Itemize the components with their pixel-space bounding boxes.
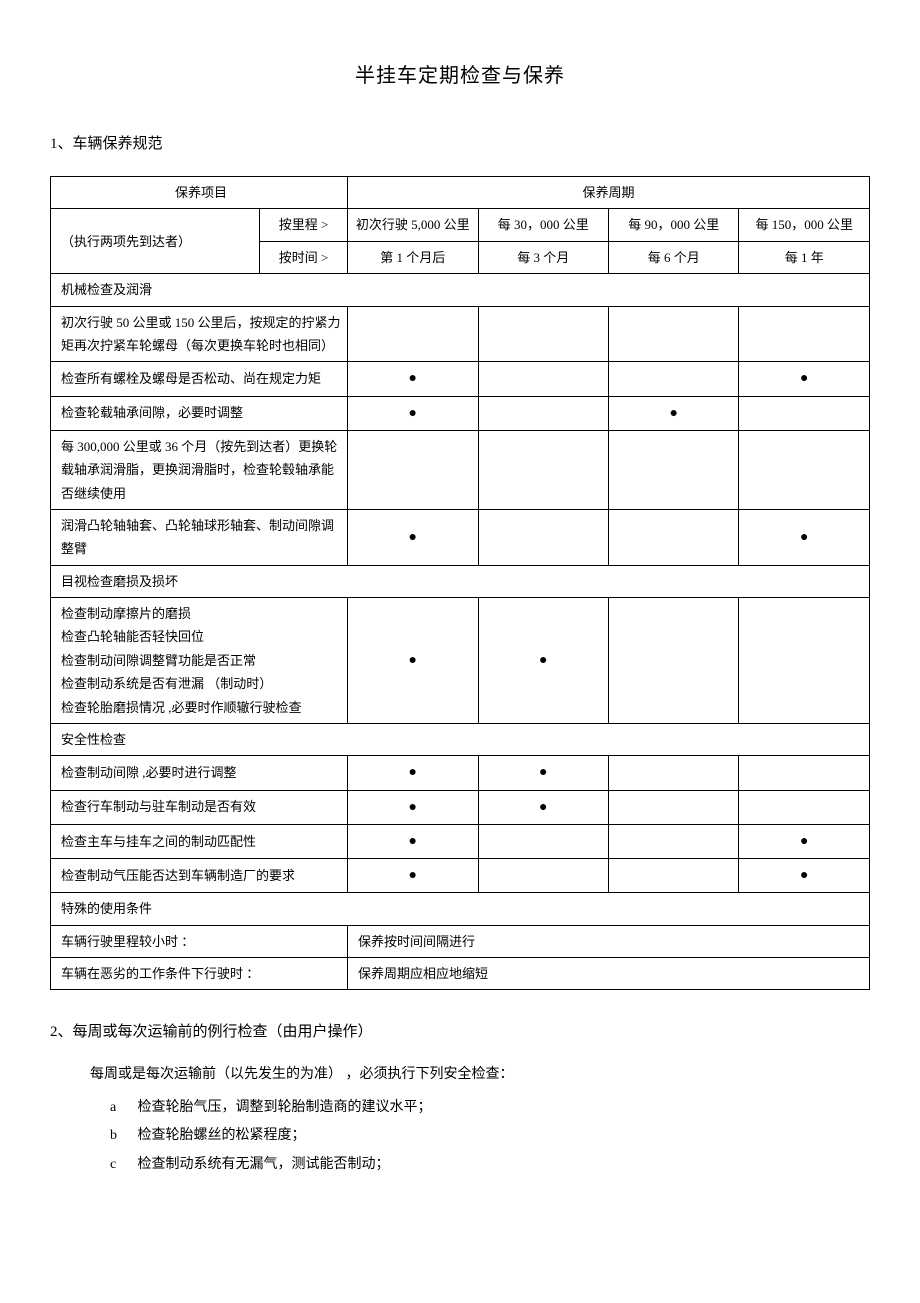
check-text-c: 检查制动系统有无漏气，测试能否制动； bbox=[138, 1157, 390, 1172]
g2r2-m2 bbox=[609, 824, 739, 858]
g3r1-note: 保养周期应相应地缩短 bbox=[348, 957, 870, 989]
maintenance-table: 保养项目 保养周期 （执行两项先到达者） 按里程 > 初次行驶 5,000 公里… bbox=[50, 176, 870, 990]
g0r1-label: 检查所有螺栓及螺母是否松动、尚在规定力矩 bbox=[51, 362, 348, 396]
check-item-a: a 检查轮胎气压，调整到轮胎制造商的建议水平； bbox=[110, 1097, 870, 1119]
section1-heading: 1、车辆保养规范 bbox=[50, 132, 870, 156]
time-2: 每 6 个月 bbox=[609, 241, 739, 273]
g0r3-m1 bbox=[478, 430, 608, 509]
mileage-2: 每 90，000 公里 bbox=[609, 209, 739, 241]
mileage-1: 每 30，000 公里 bbox=[478, 209, 608, 241]
g0r1-m3: ● bbox=[739, 362, 870, 396]
time-0: 第 1 个月后 bbox=[348, 241, 478, 273]
g2r3-m3: ● bbox=[739, 858, 870, 892]
g0r0-m3 bbox=[739, 306, 870, 362]
g0r1-m2 bbox=[609, 362, 739, 396]
g1r0-label: 检查制动摩擦片的磨损 检查凸轮轴能否轻快回位 检查制动间隙调整臂功能是否正常 检… bbox=[51, 598, 348, 724]
group1-title: 目视检查磨损及损坏 bbox=[51, 565, 870, 597]
check-item-c: c 检查制动系统有无漏气，测试能否制动； bbox=[110, 1154, 870, 1176]
g2r1-m3 bbox=[739, 790, 870, 824]
g2r2-m1 bbox=[478, 824, 608, 858]
check-text-b: 检查轮胎螺丝的松紧程度； bbox=[138, 1128, 306, 1143]
g0r0-m0 bbox=[348, 306, 478, 362]
g0r4-m2 bbox=[609, 509, 739, 565]
g1r0-m3 bbox=[739, 598, 870, 724]
g1r0-m1: ● bbox=[478, 598, 608, 724]
mileage-3: 每 150，000 公里 bbox=[739, 209, 870, 241]
g0r0-label: 初次行驶 50 公里或 150 公里后，按规定的拧紧力矩再次拧紧车轮螺母（每次更… bbox=[51, 306, 348, 362]
check-letter-c: c bbox=[110, 1154, 134, 1176]
g2r3-m1 bbox=[478, 858, 608, 892]
time-1: 每 3 个月 bbox=[478, 241, 608, 273]
g2r0-label: 检查制动间隙 ,必要时进行调整 bbox=[51, 756, 348, 790]
g0r3-label: 每 300,000 公里或 36 个月（按先到达者）更换轮载轴承润滑脂，更换润滑… bbox=[51, 430, 348, 509]
g0r0-m2 bbox=[609, 306, 739, 362]
g2r1-m2 bbox=[609, 790, 739, 824]
g0r1-m1 bbox=[478, 362, 608, 396]
g2r0-m3 bbox=[739, 756, 870, 790]
g2r3-m2 bbox=[609, 858, 739, 892]
g0r3-m0 bbox=[348, 430, 478, 509]
g0r4-m1 bbox=[478, 509, 608, 565]
g0r2-label: 检查轮载轴承间隙，必要时调整 bbox=[51, 396, 348, 430]
g2r3-label: 检查制动气压能否达到车辆制造厂的要求 bbox=[51, 858, 348, 892]
col-cycle: 保养周期 bbox=[348, 177, 870, 209]
check-text-a: 检查轮胎气压，调整到轮胎制造商的建议水平； bbox=[138, 1100, 432, 1115]
g0r1-m0: ● bbox=[348, 362, 478, 396]
g2r1-m1: ● bbox=[478, 790, 608, 824]
by-time-label: 按时间 > bbox=[259, 241, 347, 273]
g0r2-m1 bbox=[478, 396, 608, 430]
g0r2-m3 bbox=[739, 396, 870, 430]
group2-title: 安全性检查 bbox=[51, 724, 870, 756]
g2r0-m0: ● bbox=[348, 756, 478, 790]
g2r0-m2 bbox=[609, 756, 739, 790]
g1r0-m0: ● bbox=[348, 598, 478, 724]
check-item-b: b 检查轮胎螺丝的松紧程度； bbox=[110, 1125, 870, 1147]
g0r2-m2: ● bbox=[609, 396, 739, 430]
g2r2-m0: ● bbox=[348, 824, 478, 858]
g0r3-m3 bbox=[739, 430, 870, 509]
g0r4-m3: ● bbox=[739, 509, 870, 565]
group3-title: 特殊的使用条件 bbox=[51, 893, 870, 925]
section2-heading: 2、每周或每次运输前的例行检查（由用户操作） bbox=[50, 1020, 870, 1044]
g2r2-label: 检查主车与挂车之间的制动匹配性 bbox=[51, 824, 348, 858]
g0r4-m0: ● bbox=[348, 509, 478, 565]
mileage-0: 初次行驶 5,000 公里 bbox=[348, 209, 478, 241]
g2r0-m1: ● bbox=[478, 756, 608, 790]
page-title: 半挂车定期检查与保养 bbox=[50, 60, 870, 92]
time-3: 每 1 年 bbox=[739, 241, 870, 273]
g2r2-m3: ● bbox=[739, 824, 870, 858]
group0-title: 机械检查及润滑 bbox=[51, 274, 870, 306]
g3r0-note: 保养按时间间隔进行 bbox=[348, 925, 870, 957]
g2r1-label: 检查行车制动与驻车制动是否有效 bbox=[51, 790, 348, 824]
g2r1-m0: ● bbox=[348, 790, 478, 824]
g1r0-m2 bbox=[609, 598, 739, 724]
g3r0-label: 车辆行驶里程较小时 ： bbox=[51, 925, 348, 957]
g0r3-m2 bbox=[609, 430, 739, 509]
check-letter-b: b bbox=[110, 1125, 134, 1147]
g0r4-label: 润滑凸轮轴轴套、凸轮轴球形轴套、制动间隙调整臂 bbox=[51, 509, 348, 565]
g2r3-m0: ● bbox=[348, 858, 478, 892]
check-letter-a: a bbox=[110, 1097, 134, 1119]
g3r1-label: 车辆在恶劣的工作条件下行驶时 ： bbox=[51, 957, 348, 989]
section2-intro: 每周或是每次运输前（以先发生的为准） ，必须执行下列安全检查： bbox=[90, 1064, 870, 1086]
by-mileage-label: 按里程 > bbox=[259, 209, 347, 241]
g0r0-m1 bbox=[478, 306, 608, 362]
exec-note: （执行两项先到达者） bbox=[51, 209, 260, 274]
g0r2-m0: ● bbox=[348, 396, 478, 430]
col-item: 保养项目 bbox=[51, 177, 348, 209]
